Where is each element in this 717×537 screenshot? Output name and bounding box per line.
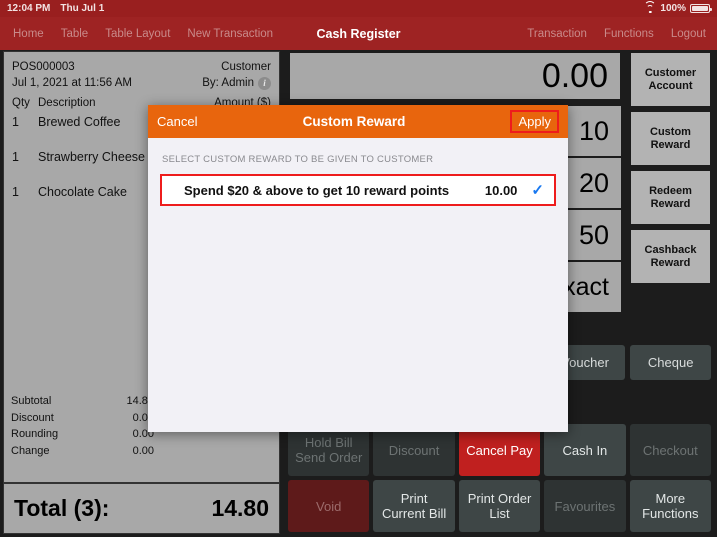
grand-total-value: 14.80 xyxy=(211,495,269,521)
nav-right-group: Transaction Functions Logout xyxy=(527,28,717,40)
cashback-reward-button[interactable]: Cashback Reward xyxy=(630,229,711,284)
custom-reward-modal: Cancel Custom Reward Apply SELECT CUSTOM… xyxy=(148,105,568,432)
totals-row-change: Change 0.00 xyxy=(11,443,272,460)
navigation-bar: Home Table Table Layout New Transaction … xyxy=(0,17,717,50)
favourites-button[interactable]: Favourites xyxy=(544,480,626,532)
reward-option-name: Spend $20 & above to get 10 reward point… xyxy=(184,182,450,198)
reward-option-row[interactable]: Spend $20 & above to get 10 reward point… xyxy=(160,174,556,206)
totals-value: 14.80 xyxy=(126,395,154,407)
nav-item-functions[interactable]: Functions xyxy=(604,28,654,40)
print-order-list-button[interactable]: Print Order List xyxy=(458,480,541,532)
nav-item-home[interactable]: Home xyxy=(13,28,44,40)
receipt-cashier-label: By: Admin xyxy=(202,77,254,89)
nav-item-table-layout[interactable]: Table Layout xyxy=(105,28,170,40)
receipt-customer-label[interactable]: Customer xyxy=(221,59,271,75)
receipt-order-number: POS000003 xyxy=(12,61,75,73)
grand-total-label: Total (3): xyxy=(14,495,110,521)
customer-account-button[interactable]: Customer Account xyxy=(630,52,711,107)
more-functions-button[interactable]: More Functions xyxy=(629,480,711,532)
grand-total-bar: Total (3): 14.80 xyxy=(3,483,280,534)
apply-button[interactable]: Apply xyxy=(510,110,559,133)
modal-header: Cancel Custom Reward Apply xyxy=(148,105,568,138)
reward-button-column: Customer Account Custom Reward Redeem Rewar… xyxy=(630,52,711,288)
modal-body: SELECT CUSTOM REWARD TO BE GIVEN TO CUST… xyxy=(148,138,568,206)
receipt-order-row: POS000003 Customer xyxy=(12,59,271,75)
status-bar: 12:04 PM Thu Jul 1 100% xyxy=(0,0,717,17)
totals-value: 0.00 xyxy=(132,428,154,440)
receipt-cashier: By: Admin i xyxy=(202,75,271,91)
amount-display: 0.00 xyxy=(288,51,622,101)
totals-value: 0.00 xyxy=(132,444,154,457)
modal-title: Custom Reward xyxy=(302,114,406,129)
cheque-button[interactable]: Cheque xyxy=(630,345,711,380)
line-item-qty: 1 xyxy=(12,115,19,129)
battery-icon xyxy=(690,4,712,13)
status-time: 12:04 PM xyxy=(7,3,51,14)
print-current-bill-button[interactable]: Print Current Bill xyxy=(373,480,455,532)
totals-label: Discount xyxy=(11,411,54,424)
checkmark-icon: ✓ xyxy=(531,182,544,199)
totals-label: Subtotal xyxy=(11,395,52,407)
info-icon[interactable]: i xyxy=(258,76,271,90)
totals-value: 0.00 xyxy=(132,411,154,424)
reward-option-value: 10.00 xyxy=(484,182,518,198)
checkout-button[interactable]: Checkout xyxy=(629,424,711,476)
line-item-qty: 1 xyxy=(12,150,19,164)
line-item-qty: 1 xyxy=(12,185,19,199)
receipt-datetime-row: Jul 1, 2021 at 11:56 AM By: Admin i xyxy=(12,75,271,91)
action-button-grid: Hold Bill Send Order Discount Cancel Pay … xyxy=(288,424,711,532)
void-button[interactable]: Void xyxy=(288,480,370,532)
nav-item-table[interactable]: Table xyxy=(61,28,89,40)
status-right-cluster: 100% xyxy=(644,1,712,14)
modal-caption: SELECT CUSTOM REWARD TO BE GIVEN TO CUST… xyxy=(162,154,434,165)
custom-reward-button[interactable]: Custom Reward xyxy=(630,111,711,166)
redeem-reward-button[interactable]: Redeem Reward xyxy=(630,170,711,225)
totals-label: Rounding xyxy=(11,428,59,440)
cancel-button[interactable]: Cancel xyxy=(157,114,197,129)
nav-item-logout[interactable]: Logout xyxy=(671,28,706,40)
pos-app: 12:04 PM Thu Jul 1 100% Home Table Table… xyxy=(0,0,717,537)
wifi-icon xyxy=(644,1,657,13)
nav-left-group: Home Table Table Layout New Transaction xyxy=(0,28,273,40)
status-date: Thu Jul 1 xyxy=(60,3,105,14)
nav-item-new-transaction[interactable]: New Transaction xyxy=(187,28,273,40)
totals-label: Change xyxy=(11,444,50,457)
column-header-qty: Qty xyxy=(12,97,30,109)
nav-item-transaction[interactable]: Transaction xyxy=(527,28,587,40)
receipt-datetime: Jul 1, 2021 at 11:56 AM xyxy=(12,77,132,89)
battery-percent: 100% xyxy=(660,3,686,14)
